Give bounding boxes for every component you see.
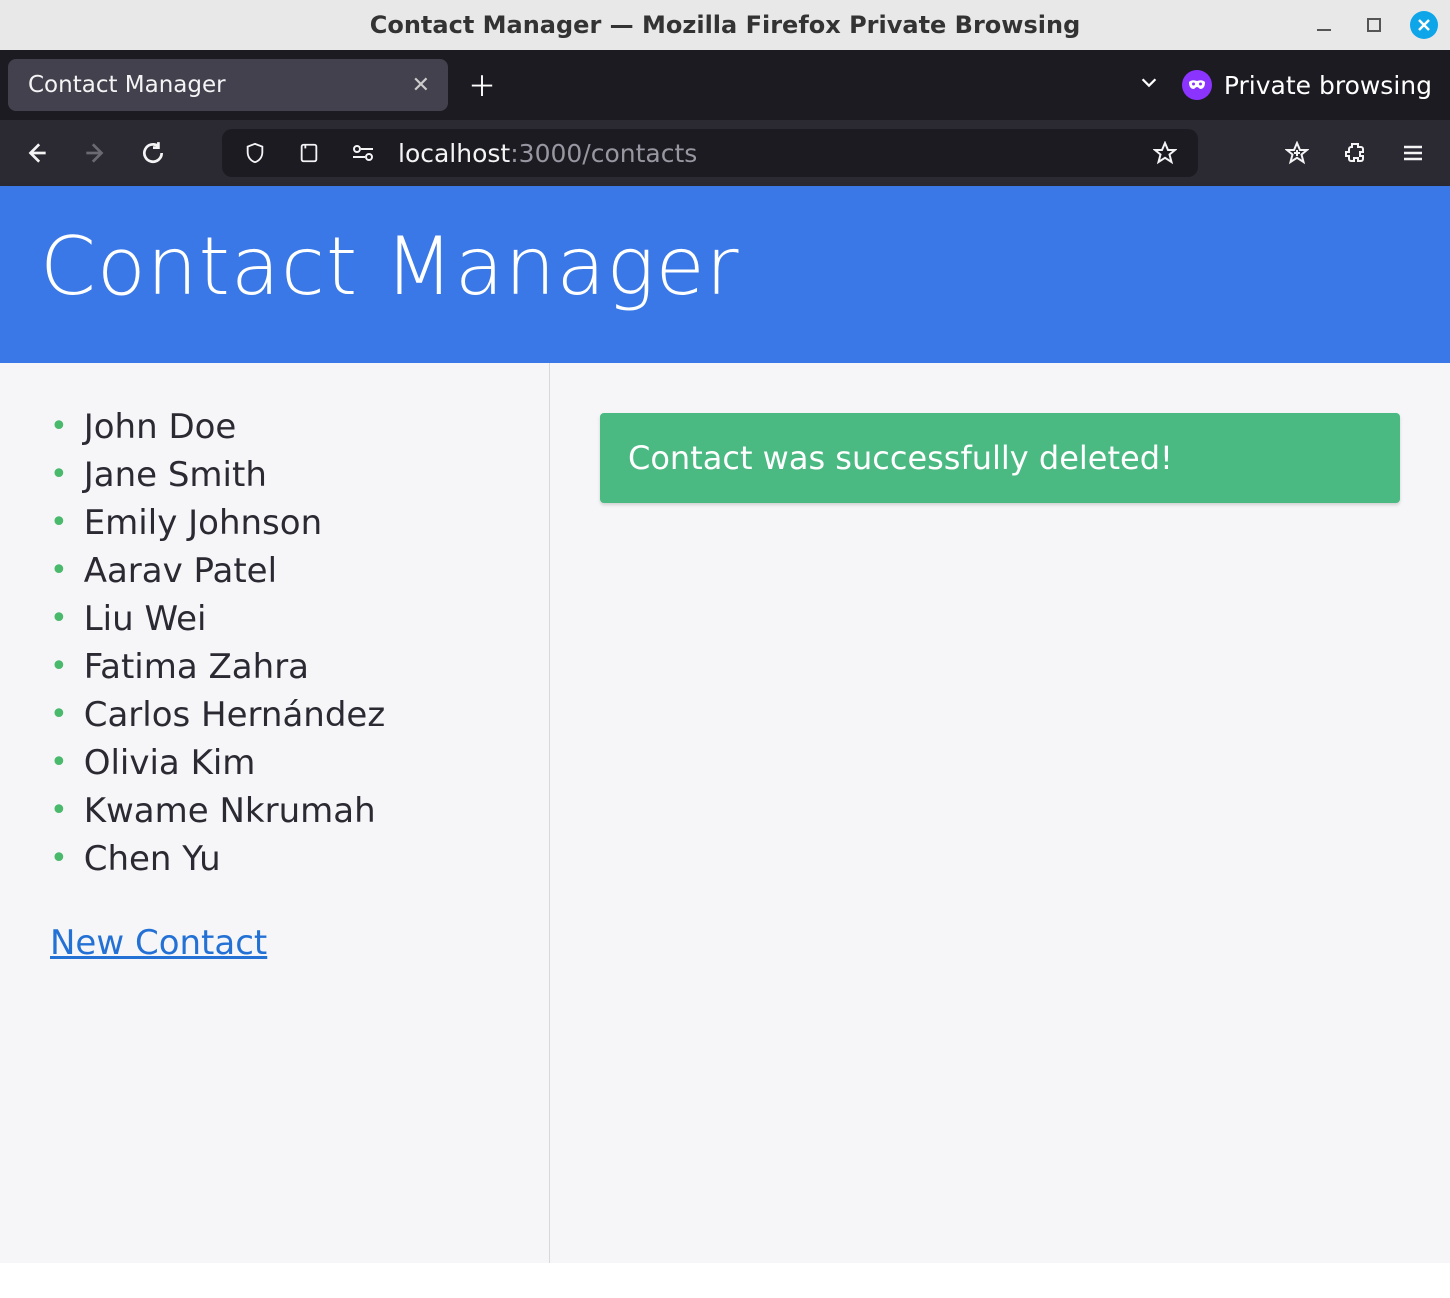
contact-link[interactable]: Aarav Patel <box>84 551 277 591</box>
window-title: Contact Manager — Mozilla Firefox Privat… <box>370 11 1081 39</box>
main-area: Contact was successfully deleted! <box>550 363 1450 1263</box>
os-titlebar: Contact Manager — Mozilla Firefox Privat… <box>0 0 1450 50</box>
contact-link[interactable]: Olivia Kim <box>84 743 256 783</box>
close-tab-icon[interactable]: ✕ <box>412 73 430 98</box>
tab-overflow-button[interactable] <box>1126 71 1172 99</box>
browser-tab[interactable]: Contact Manager ✕ <box>8 59 448 111</box>
contact-list-item: Jane Smith <box>50 451 519 499</box>
contact-link[interactable]: Jane Smith <box>84 455 267 495</box>
url-path: :3000/contacts <box>510 139 697 168</box>
minimize-button[interactable] <box>1310 11 1338 39</box>
contact-list-item: Liu Wei <box>50 595 519 643</box>
contact-link[interactable]: Fatima Zahra <box>84 647 309 687</box>
page-info-icon[interactable] <box>290 134 328 172</box>
page-body: John Doe Jane Smith Emily Johnson Aarav Pat… <box>0 363 1450 1263</box>
address-bar[interactable]: localhost:3000/contacts <box>222 129 1198 177</box>
tab-strip: Contact Manager ✕ ＋ Private browsing <box>0 50 1450 120</box>
close-window-button[interactable] <box>1410 11 1438 39</box>
window-controls <box>1310 0 1438 50</box>
page-root: Contact Manager John Doe Jane Smith Emily … <box>0 186 1450 1263</box>
contact-list-item: Aarav Patel <box>50 547 519 595</box>
private-browsing-label: Private browsing <box>1224 71 1432 100</box>
shield-icon[interactable] <box>236 134 274 172</box>
contact-list-item: Emily Johnson <box>50 499 519 547</box>
contact-link[interactable]: Carlos Hernández <box>84 695 385 735</box>
bookmark-star-icon[interactable] <box>1146 134 1184 172</box>
forward-button[interactable] <box>76 134 114 172</box>
page-title: Contact Manager <box>40 220 1410 313</box>
contact-list-item: Carlos Hernández <box>50 691 519 739</box>
browser-toolbar: localhost:3000/contacts <box>0 120 1450 186</box>
reload-button[interactable] <box>134 134 172 172</box>
contact-list-item: Olivia Kim <box>50 739 519 787</box>
extensions-icon[interactable] <box>1336 134 1374 172</box>
contact-list-item: Kwame Nkrumah <box>50 787 519 835</box>
contact-link[interactable]: John Doe <box>84 407 237 447</box>
contact-list-item: Fatima Zahra <box>50 643 519 691</box>
save-to-pocket-icon[interactable] <box>1278 134 1316 172</box>
url-host: localhost <box>398 139 510 168</box>
app-menu-icon[interactable] <box>1394 134 1432 172</box>
contact-link[interactable]: Chen Yu <box>84 839 221 879</box>
tab-title: Contact Manager <box>28 72 226 98</box>
contact-link[interactable]: Kwame Nkrumah <box>84 791 376 831</box>
page-header: Contact Manager <box>0 186 1450 363</box>
new-tab-button[interactable]: ＋ <box>458 61 506 109</box>
new-contact-link[interactable]: New Contact <box>50 923 267 963</box>
contact-list-item: John Doe <box>50 403 519 451</box>
url-text[interactable]: localhost:3000/contacts <box>398 139 697 168</box>
contact-link[interactable]: Liu Wei <box>84 599 207 639</box>
contact-list-item: Chen Yu <box>50 835 519 883</box>
mask-icon <box>1182 70 1212 100</box>
back-button[interactable] <box>18 134 56 172</box>
maximize-button[interactable] <box>1360 11 1388 39</box>
permissions-icon[interactable] <box>344 134 382 172</box>
contact-list: John Doe Jane Smith Emily Johnson Aarav Pat… <box>50 403 519 883</box>
private-browsing-indicator: Private browsing <box>1182 70 1442 100</box>
contact-link[interactable]: Emily Johnson <box>84 503 322 543</box>
sidebar: John Doe Jane Smith Emily Johnson Aarav Pat… <box>0 363 550 1263</box>
flash-success: Contact was successfully deleted! <box>600 413 1400 503</box>
